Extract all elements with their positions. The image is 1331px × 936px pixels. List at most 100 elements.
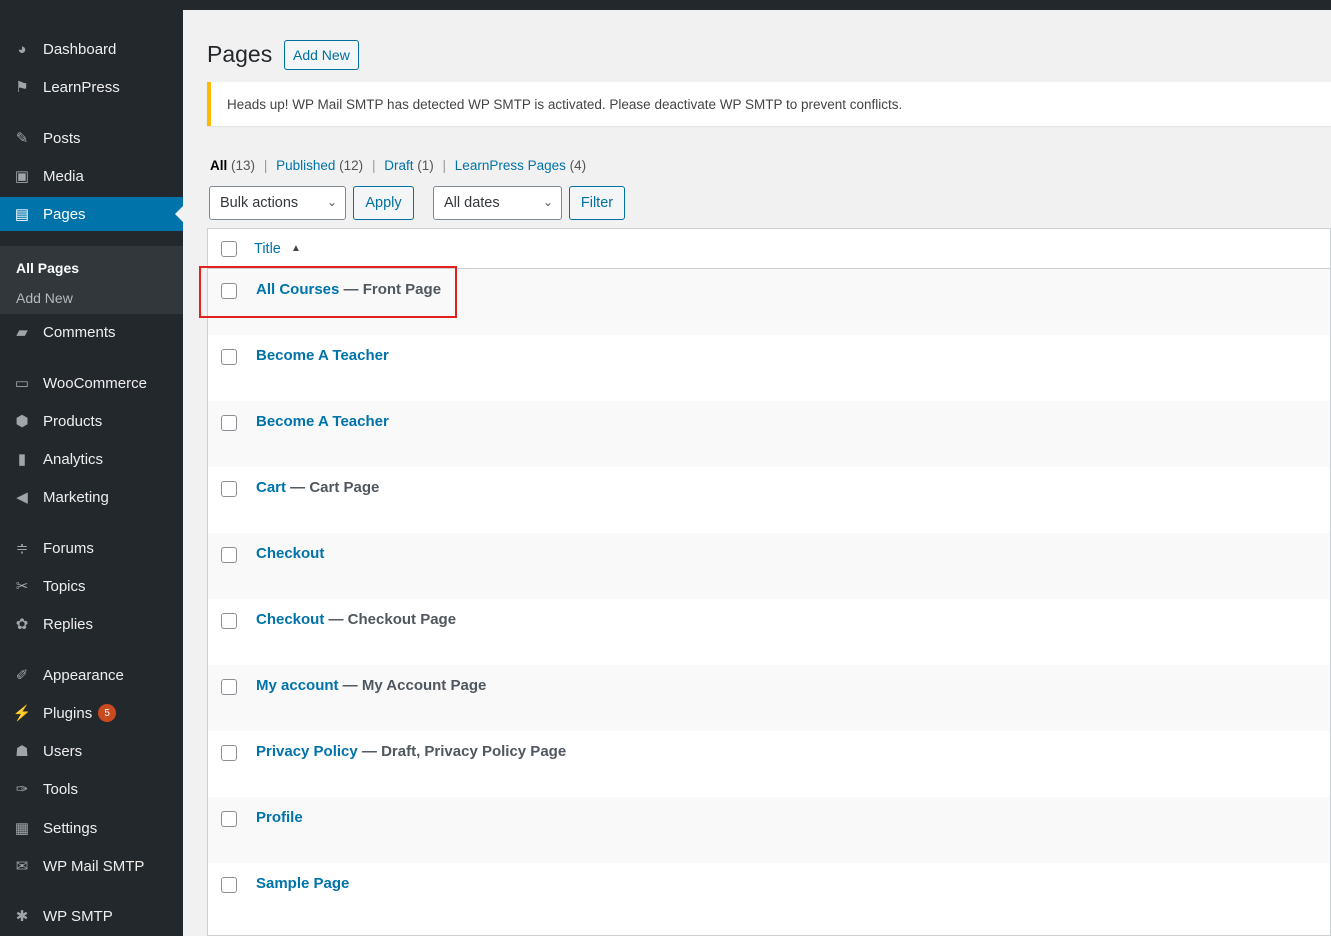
page-title-link[interactable]: Sample Page <box>256 875 349 892</box>
table-row: Sample Page <box>208 863 1330 929</box>
column-title-sort-link[interactable]: Title <box>254 241 281 257</box>
sidebar-item-label: WP Mail SMTP <box>43 857 145 875</box>
replies-icon: ✿ <box>15 616 29 633</box>
filter-button[interactable]: Filter <box>569 186 625 220</box>
row-checkbox[interactable] <box>221 547 237 563</box>
sidebar-item-label: WP SMTP <box>43 907 113 925</box>
sidebar-item-comments[interactable]: ▰ Comments <box>0 315 183 349</box>
update-count-badge: 5 <box>98 704 117 722</box>
analytics-icon: ▮ <box>17 451 27 468</box>
sidebar-item-posts[interactable]: ✎ Posts <box>0 121 183 155</box>
sidebar-item-wp-mail-smtp[interactable]: ✉ WP Mail SMTP <box>0 849 183 883</box>
filter-all-link[interactable]: All <box>210 158 227 173</box>
sidebar-item-users[interactable]: ☗ Users <box>0 734 183 768</box>
sidebar-item-pages[interactable]: ▤ Pages <box>0 197 183 231</box>
sidebar-item-plugins[interactable]: ⚡ Plugins 5 <box>0 696 183 730</box>
sidebar-item-topics[interactable]: ✂ Topics <box>0 569 183 603</box>
submenu-add-new[interactable]: Add New <box>16 290 73 306</box>
sidebar-item-label: Analytics <box>43 450 104 468</box>
page-title-link[interactable]: Privacy Policy <box>256 743 358 760</box>
row-checkbox[interactable] <box>221 811 237 827</box>
sidebar-item-label: Settings <box>43 819 98 837</box>
table-row: My account — My Account Page <box>208 665 1330 731</box>
sidebar-item-wp-smtp[interactable]: ✱ WP SMTP <box>0 899 183 933</box>
submenu-all-pages[interactable]: All Pages <box>16 260 79 276</box>
mail-icon: ✉ <box>15 858 29 875</box>
sidebar-item-analytics[interactable]: ▮ Analytics <box>0 442 183 476</box>
filter-published-link[interactable]: Published <box>276 158 335 173</box>
sidebar-item-tools[interactable]: ✑ Tools <box>0 772 183 806</box>
sidebar-item-label: Media <box>43 167 84 185</box>
sidebar-item-label: Pages <box>43 205 86 223</box>
pin-icon: ✎ <box>15 130 29 147</box>
page-title-link[interactable]: Checkout <box>256 545 324 562</box>
sidebar-item-label: Products <box>43 412 103 430</box>
filter-separator: | <box>442 158 447 173</box>
topics-icon: ✂ <box>15 578 29 595</box>
apply-button[interactable]: Apply <box>353 186 414 220</box>
forums-icon: ≑ <box>15 540 29 557</box>
filter-draft-link[interactable]: Draft <box>384 158 413 173</box>
page-title-link[interactable]: Become A Teacher <box>256 347 389 364</box>
row-checkbox[interactable] <box>221 745 237 761</box>
filter-separator: | <box>371 158 376 173</box>
page-title-link[interactable]: Checkout <box>256 611 324 628</box>
sidebar-item-label: Posts <box>43 129 81 147</box>
date-filter-select[interactable]: All dates ⌄ <box>433 186 562 220</box>
page-title-link[interactable]: Become A Teacher <box>256 413 389 430</box>
sidebar-item-learnpress[interactable]: ⚑ LearnPress <box>0 70 183 104</box>
learnpress-icon: ⚑ <box>15 79 29 96</box>
page-title-link[interactable]: My account <box>256 677 339 694</box>
table-row: Checkout <box>208 533 1330 599</box>
media-icon: ▣ <box>14 168 30 185</box>
appearance-icon: ✐ <box>15 667 29 684</box>
table-row: Become A Teacher <box>208 335 1330 401</box>
sidebar-item-label: Forums <box>43 539 94 557</box>
sidebar-item-settings[interactable]: ▦ Settings <box>0 811 183 845</box>
filter-learnpress-pages-link[interactable]: LearnPress Pages <box>455 158 566 173</box>
table-row: Cart — Cart Page <box>208 467 1330 533</box>
smtp-warning-notice: Heads up! WP Mail SMTP has detected WP S… <box>207 82 1331 126</box>
sidebar-item-label: Plugins <box>43 704 93 722</box>
row-checkbox[interactable] <box>221 349 237 365</box>
sidebar-item-label: Comments <box>43 323 116 341</box>
select-all-checkbox[interactable] <box>221 241 237 257</box>
row-checkbox[interactable] <box>221 877 237 893</box>
sidebar-item-replies[interactable]: ✿ Replies <box>0 607 183 641</box>
filter-published-count: (12) <box>339 158 364 173</box>
filter-all-count: (13) <box>231 158 256 173</box>
sidebar-item-dashboard[interactable]: ◕ Dashboard <box>0 32 183 66</box>
page-title-link[interactable]: Cart <box>256 479 286 496</box>
table-row: Checkout — Checkout Page <box>208 599 1330 665</box>
annotation-highlight-box <box>199 266 457 318</box>
current-menu-arrow <box>175 206 183 222</box>
comments-icon: ▰ <box>16 324 28 341</box>
tools-icon: ✑ <box>15 781 29 798</box>
row-checkbox[interactable] <box>221 613 237 629</box>
sidebar-item-label: Topics <box>43 577 86 595</box>
sidebar-item-appearance[interactable]: ✐ Appearance <box>0 658 183 692</box>
sidebar-item-woocommerce[interactable]: ▭ WooCommerce <box>0 366 183 400</box>
post-state: — My Account Page <box>338 677 487 694</box>
row-checkbox[interactable] <box>221 481 237 497</box>
bulk-actions-select[interactable]: Bulk actions ⌄ <box>209 186 346 220</box>
page-title-link[interactable]: Profile <box>256 809 303 826</box>
gear-icon: ✱ <box>15 908 29 925</box>
megaphone-icon: ◀ <box>16 489 28 506</box>
bulk-actions-value: Bulk actions <box>220 195 299 211</box>
row-checkbox[interactable] <box>221 415 237 431</box>
sidebar-item-media[interactable]: ▣ Media <box>0 159 183 193</box>
sidebar-item-marketing[interactable]: ◀ Marketing <box>0 480 183 514</box>
notice-text: Heads up! WP Mail SMTP has detected WP S… <box>227 96 903 112</box>
sidebar-item-label: Marketing <box>43 488 109 506</box>
sidebar-item-forums[interactable]: ≑ Forums <box>0 531 183 565</box>
chevron-down-icon: ⌄ <box>542 195 553 209</box>
sidebar-item-label: Users <box>43 742 83 760</box>
filter-draft-count: (1) <box>417 158 434 173</box>
add-new-button[interactable]: Add New <box>284 40 359 70</box>
row-checkbox[interactable] <box>221 679 237 695</box>
sidebar-item-products[interactable]: ⬢ Products <box>0 404 183 438</box>
pages-submenu: All Pages Add New <box>0 246 183 314</box>
table-row: Privacy Policy — Draft, Privacy Policy P… <box>208 731 1330 797</box>
page-title: Pages <box>207 41 273 67</box>
